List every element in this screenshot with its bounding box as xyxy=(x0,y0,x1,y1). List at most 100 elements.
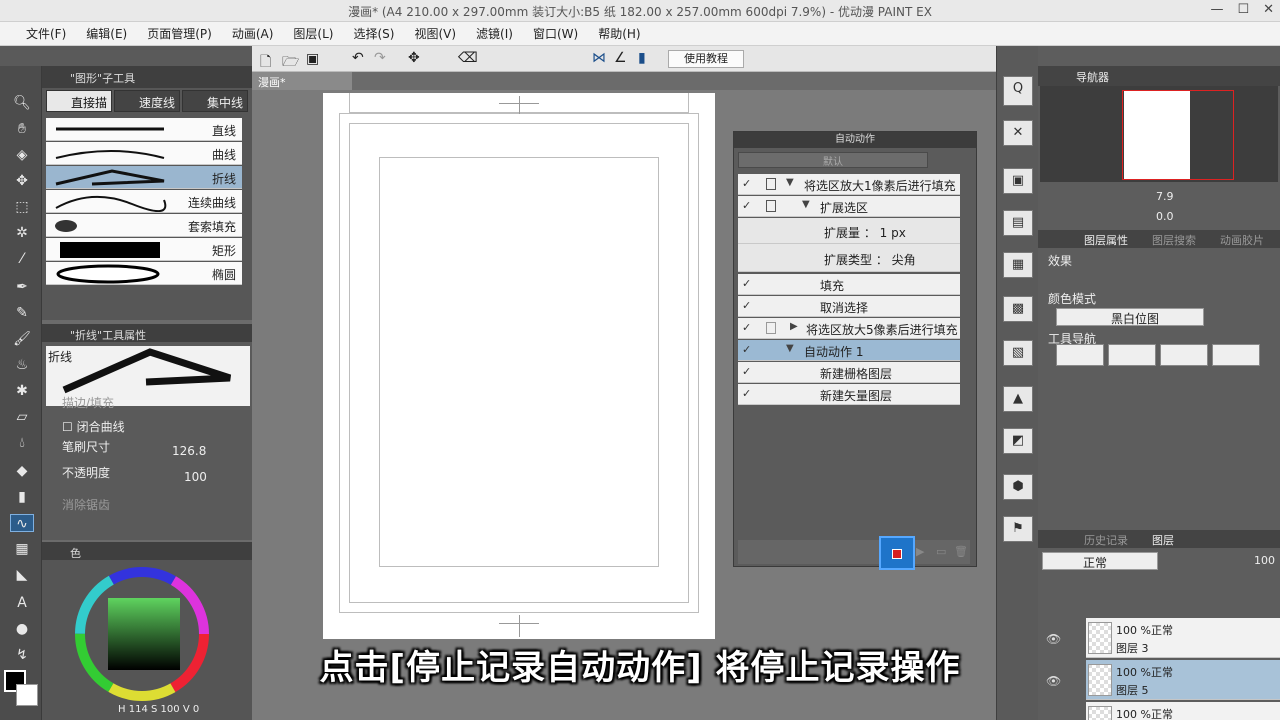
tab-history[interactable]: 历史记录 xyxy=(1084,532,1128,548)
check-icon[interactable]: ✓ xyxy=(742,344,754,356)
navigator-view[interactable] xyxy=(1040,86,1278,182)
material-9-icon[interactable]: ⚑ xyxy=(1003,516,1033,542)
check-icon[interactable]: ✓ xyxy=(742,388,754,400)
menu-layer[interactable]: 图层(L) xyxy=(283,25,343,42)
material-4-icon[interactable]: ▩ xyxy=(1003,296,1033,322)
check-icon[interactable]: ✓ xyxy=(742,366,754,378)
operation-tool-icon[interactable]: ◈ xyxy=(12,146,32,164)
tab-layer-search[interactable]: 图层搜索 xyxy=(1152,232,1196,248)
minimize-icon[interactable]: — xyxy=(1210,2,1223,17)
menu-page[interactable]: 页面管理(P) xyxy=(137,25,222,42)
collapse-icon[interactable]: ▼ xyxy=(786,343,794,354)
redo-icon[interactable]: ↷ xyxy=(374,50,386,66)
menu-file[interactable]: 文件(F) xyxy=(16,25,76,42)
subtool-item-continuous-curve[interactable]: 连续曲线 xyxy=(46,190,242,213)
tab-direct-draw[interactable]: 直接描 xyxy=(46,90,112,112)
blend-mode-select[interactable]: 正常 xyxy=(1042,552,1158,570)
material-3-icon[interactable]: ▦ xyxy=(1003,252,1033,278)
manga-page[interactable] xyxy=(323,93,715,639)
dialog-icon[interactable] xyxy=(766,322,776,334)
action-row-deselect[interactable]: ✓ 取消选择 xyxy=(738,296,960,317)
closed-curve-checkbox[interactable]: ☐ 闭合曲线 xyxy=(62,418,125,435)
play-icon[interactable]: ▶ xyxy=(916,545,924,558)
gradient-tool-icon[interactable]: ▮ xyxy=(12,488,32,506)
menu-help[interactable]: 帮助(H) xyxy=(588,25,650,42)
snap-ruler-icon[interactable]: ⋈ xyxy=(592,50,606,66)
airbrush-tool-icon[interactable]: ♨ xyxy=(12,356,32,374)
action-row-expand-selection[interactable]: ✓ ▼ 扩展选区 xyxy=(738,196,960,217)
quick-access-icon[interactable]: Q xyxy=(1003,76,1033,106)
material-6-icon[interactable]: ▲ xyxy=(1003,386,1033,412)
subtool-item-lasso-fill[interactable]: 套索填充 xyxy=(46,214,242,237)
layer-opacity-value[interactable]: 100 xyxy=(1254,554,1275,567)
delete-action-icon[interactable]: 🗑︎ xyxy=(954,545,968,558)
check-icon[interactable]: ✓ xyxy=(742,200,754,212)
transform-icon[interactable]: ✥ xyxy=(408,50,420,66)
ruler-tool-icon[interactable]: ◣ xyxy=(12,566,32,584)
snap-point-icon[interactable]: ▮ xyxy=(638,50,646,66)
check-icon[interactable]: ✓ xyxy=(742,278,754,290)
subtool-item-curve[interactable]: 曲线 xyxy=(46,142,242,165)
save-icon[interactable]: ▣ xyxy=(306,51,319,67)
auto-action-set-select[interactable]: 默认 xyxy=(738,152,928,168)
fill-tool-icon[interactable]: ◆ xyxy=(12,462,32,480)
subtool-item-rectangle[interactable]: 矩形 xyxy=(46,238,242,261)
action-row-expand5-fill[interactable]: ✓ ▶ 将选区放大5像素后进行填充 xyxy=(738,318,960,339)
material-2-icon[interactable]: ▤ xyxy=(1003,210,1033,236)
balloon-tool-icon[interactable]: ● xyxy=(12,620,32,638)
menu-filter[interactable]: 滤镜(I) xyxy=(466,25,523,42)
maximize-icon[interactable]: ☐ xyxy=(1237,2,1249,17)
stop-recording-button[interactable] xyxy=(879,536,915,570)
check-icon[interactable]: ✓ xyxy=(742,178,754,190)
menu-animation[interactable]: 动画(A) xyxy=(222,25,284,42)
action-row-new-raster[interactable]: ✓ 新建栅格图层 xyxy=(738,362,960,383)
color-mode-select[interactable]: 黑白位图 xyxy=(1056,308,1204,326)
tab-layers[interactable]: 图层 xyxy=(1152,532,1174,548)
check-icon[interactable]: ✓ xyxy=(742,322,754,334)
sub-view-icon[interactable]: ✕ xyxy=(1003,120,1033,146)
decoration-tool-icon[interactable]: ✱ xyxy=(12,382,32,400)
tool-nav-button-1[interactable] xyxy=(1056,344,1104,366)
close-icon[interactable]: ✕ xyxy=(1263,2,1274,17)
brush-size-value[interactable]: 126.8 xyxy=(172,444,206,458)
collapse-icon[interactable]: ▼ xyxy=(802,199,810,210)
menu-view[interactable]: 视图(V) xyxy=(404,25,466,42)
brush-tool-icon[interactable]: 🖌︎ xyxy=(12,330,32,348)
tutorial-button[interactable]: 使用教程 xyxy=(668,50,744,68)
undo-icon[interactable]: ↶ xyxy=(352,50,364,66)
zoom-value[interactable]: 7.9 xyxy=(1156,190,1174,203)
move-tool-icon[interactable]: ✥ xyxy=(12,172,32,190)
tool-nav-button-4[interactable] xyxy=(1212,344,1260,366)
zoom-tool-icon[interactable]: 🔍︎ xyxy=(12,94,32,112)
pencil-tool-icon[interactable]: ✎ xyxy=(12,304,32,322)
subtool-item-polyline[interactable]: 折线 xyxy=(46,166,242,189)
rotate-value[interactable]: 0.0 xyxy=(1156,210,1174,223)
layer-row[interactable]: 100 %正常 xyxy=(1086,702,1280,720)
pen-tool-icon[interactable]: ✒︎ xyxy=(12,278,32,296)
material-icon[interactable]: ▣ xyxy=(1003,168,1033,194)
material-7-icon[interactable]: ◩ xyxy=(1003,428,1033,454)
tab-animation-cels[interactable]: 动画胶片 xyxy=(1220,232,1264,248)
opacity-value[interactable]: 100 xyxy=(184,470,207,484)
navigator-tab[interactable]: 导航器 xyxy=(1076,69,1109,85)
selection-tool-icon[interactable]: ⬚ xyxy=(12,198,32,216)
figure-tool-icon[interactable]: ∿ xyxy=(10,514,34,532)
action-row-auto-action-1[interactable]: ✓ ▼ 自动动作 1 xyxy=(738,340,960,361)
subtool-item-ellipse[interactable]: 椭圆 xyxy=(46,262,242,285)
new-action-icon[interactable]: ▭ xyxy=(936,545,946,558)
check-icon[interactable]: ✓ xyxy=(742,300,754,312)
tab-focus-line[interactable]: 集中线 xyxy=(182,90,248,112)
clear-icon[interactable]: ⌫ xyxy=(458,50,478,66)
material-5-icon[interactable]: ▧ xyxy=(1003,340,1033,366)
document-tab[interactable]: 漫画* xyxy=(252,72,352,90)
menu-window[interactable]: 窗口(W) xyxy=(523,25,588,42)
collapse-icon[interactable]: ▼ xyxy=(786,177,794,188)
auto-select-icon[interactable]: ✲ xyxy=(12,224,32,242)
subtool-item-line[interactable]: 直线 xyxy=(46,118,242,141)
tab-speed-line[interactable]: 速度线 xyxy=(114,90,180,112)
navigator-viewport[interactable] xyxy=(1122,90,1234,180)
eraser-tool-icon[interactable]: ▱ xyxy=(12,408,32,426)
expand-icon[interactable]: ▶ xyxy=(790,321,798,332)
text-tool-icon[interactable]: A xyxy=(12,594,32,612)
action-row-expand1-fill[interactable]: ✓ ▼ 将选区放大1像素后进行填充 xyxy=(738,174,960,195)
